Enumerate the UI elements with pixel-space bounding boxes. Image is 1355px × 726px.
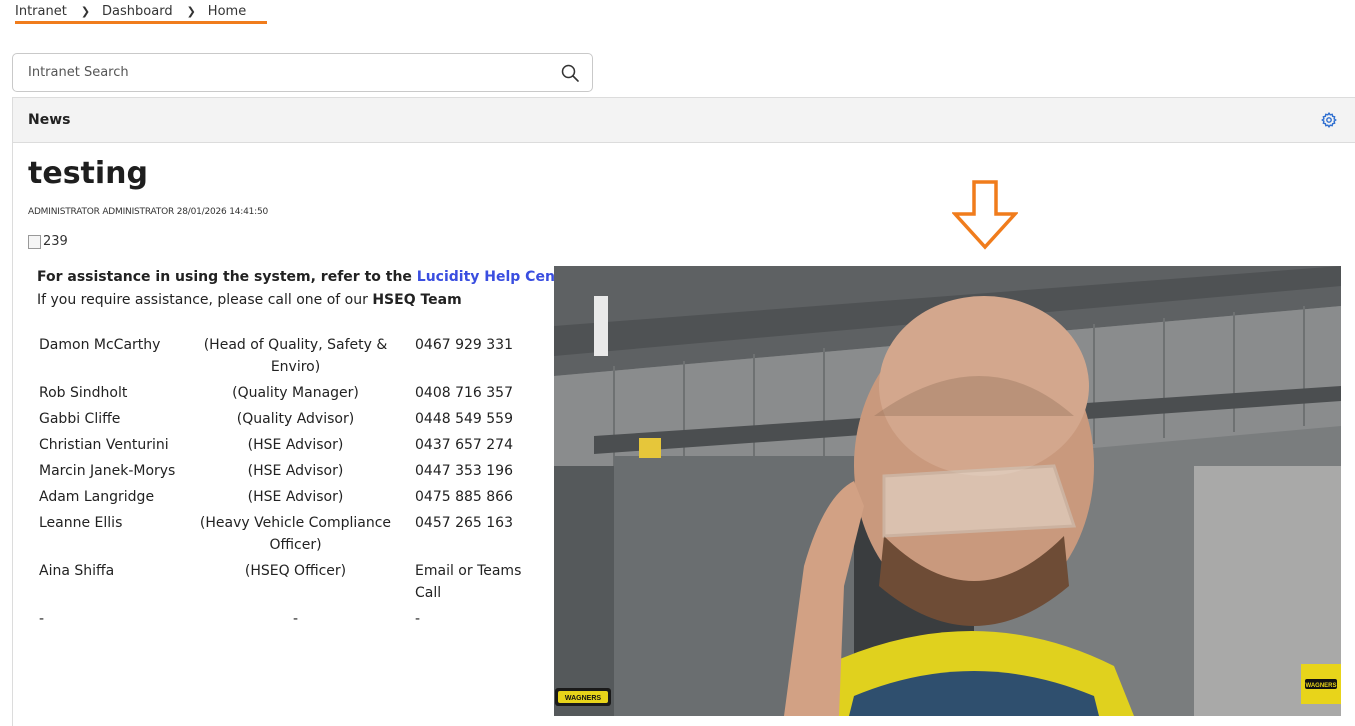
contact-name: Marcin Janek-Morys <box>39 463 176 479</box>
search-bar <box>12 53 593 92</box>
broken-image-alt: 239 <box>43 234 68 249</box>
breadcrumb-intranet[interactable]: Intranet <box>15 4 67 19</box>
contact-phone: 0437 657 274 <box>415 437 513 453</box>
contact-phone: 0448 549 559 <box>415 411 513 427</box>
contact-name: Damon McCarthy <box>39 337 161 353</box>
contact-role: (HSE Advisor) <box>247 437 344 453</box>
table-row: Aina Shiffa (HSEQ Officer) Email or Team… <box>35 560 526 608</box>
gear-icon[interactable] <box>1321 112 1337 128</box>
contact-phone: Email or Teams Call <box>415 563 522 601</box>
worker-photo: WAGNERS WAGNERS <box>554 266 1341 716</box>
table-row: Damon McCarthy (Head of Quality, Safety … <box>35 334 526 382</box>
contact-phone: 0475 885 866 <box>415 489 513 505</box>
breadcrumb-dashboard[interactable]: Dashboard <box>102 4 173 19</box>
table-row: Rob Sindholt (Quality Manager) 0408 716 … <box>35 382 526 408</box>
contact-name: - <box>39 611 45 627</box>
assist-line-2: If you require assistance, please call o… <box>37 289 583 312</box>
contact-name: Rob Sindholt <box>39 385 128 401</box>
contact-phone: 0447 353 196 <box>415 463 513 479</box>
table-row: Adam Langridge (HSE Advisor) 0475 885 86… <box>35 486 526 512</box>
search-icon[interactable] <box>560 63 580 83</box>
assistance-text: For assistance in using the system, refe… <box>37 266 583 312</box>
contact-role: (HSEQ Officer) <box>244 563 347 579</box>
contacts-table: Damon McCarthy (Head of Quality, Safety … <box>35 334 526 634</box>
breadcrumb: Intranet ❯ Dashboard ❯ Home <box>15 2 267 24</box>
contact-role: (HSE Advisor) <box>247 489 344 505</box>
breadcrumb-home[interactable]: Home <box>208 4 246 19</box>
contact-name: Gabbi Cliffe <box>39 411 121 427</box>
contact-name: Adam Langridge <box>39 489 155 505</box>
contact-role: (Quality Advisor) <box>236 411 355 427</box>
search-input[interactable] <box>26 64 546 81</box>
chevron-right-icon: ❯ <box>80 5 91 18</box>
table-row: - - - <box>35 608 526 634</box>
table-row: Christian Venturini (HSE Advisor) 0437 6… <box>35 434 526 460</box>
video-thumbnail[interactable]: WAGNERS WAGNERS <box>554 266 1341 716</box>
hseq-team-label: HSEQ Team <box>372 292 462 308</box>
table-row: Marcin Janek-Morys (HSE Advisor) 0447 35… <box>35 460 526 486</box>
chevron-right-icon: ❯ <box>186 5 196 18</box>
panel-title: News <box>28 112 71 128</box>
contact-name: Aina Shiffa <box>39 563 115 579</box>
broken-image-icon <box>28 234 41 249</box>
contact-role: - <box>292 611 299 627</box>
broken-image: 239 <box>28 234 68 249</box>
contact-name: Leanne Ellis <box>39 515 123 531</box>
assist-line-1: For assistance in using the system, refe… <box>37 266 583 289</box>
table-row: Gabbi Cliffe (Quality Advisor) 0448 549 … <box>35 408 526 434</box>
news-panel-header: News <box>13 98 1355 143</box>
article-meta: ADMINISTRATOR ADMINISTRATOR 28/01/2026 1… <box>28 207 269 217</box>
arrow-down-icon <box>952 180 1018 250</box>
wagners-logo-left: WAGNERS <box>565 695 602 702</box>
article-title: testing <box>28 156 148 191</box>
contact-role: (Quality Manager) <box>232 385 359 401</box>
assist-line1-prefix: For assistance in using the system, refe… <box>37 269 417 285</box>
contact-role: (Heavy Vehicle Compliance Officer) <box>199 515 392 553</box>
wagners-logo-right: WAGNERS <box>1305 683 1336 689</box>
contact-role: (HSE Advisor) <box>247 463 344 479</box>
contact-phone: 0408 716 357 <box>415 385 513 401</box>
contact-name: Christian Venturini <box>39 437 169 453</box>
contact-phone: 0457 265 163 <box>415 515 513 531</box>
contact-role: (Head of Quality, Safety & Enviro) <box>203 337 388 375</box>
assist-line2-prefix: If you require assistance, please call o… <box>37 292 373 308</box>
table-row: Leanne Ellis (Heavy Vehicle Compliance O… <box>35 512 526 560</box>
contact-phone: - <box>415 611 421 627</box>
contact-phone: 0467 929 331 <box>415 337 513 353</box>
